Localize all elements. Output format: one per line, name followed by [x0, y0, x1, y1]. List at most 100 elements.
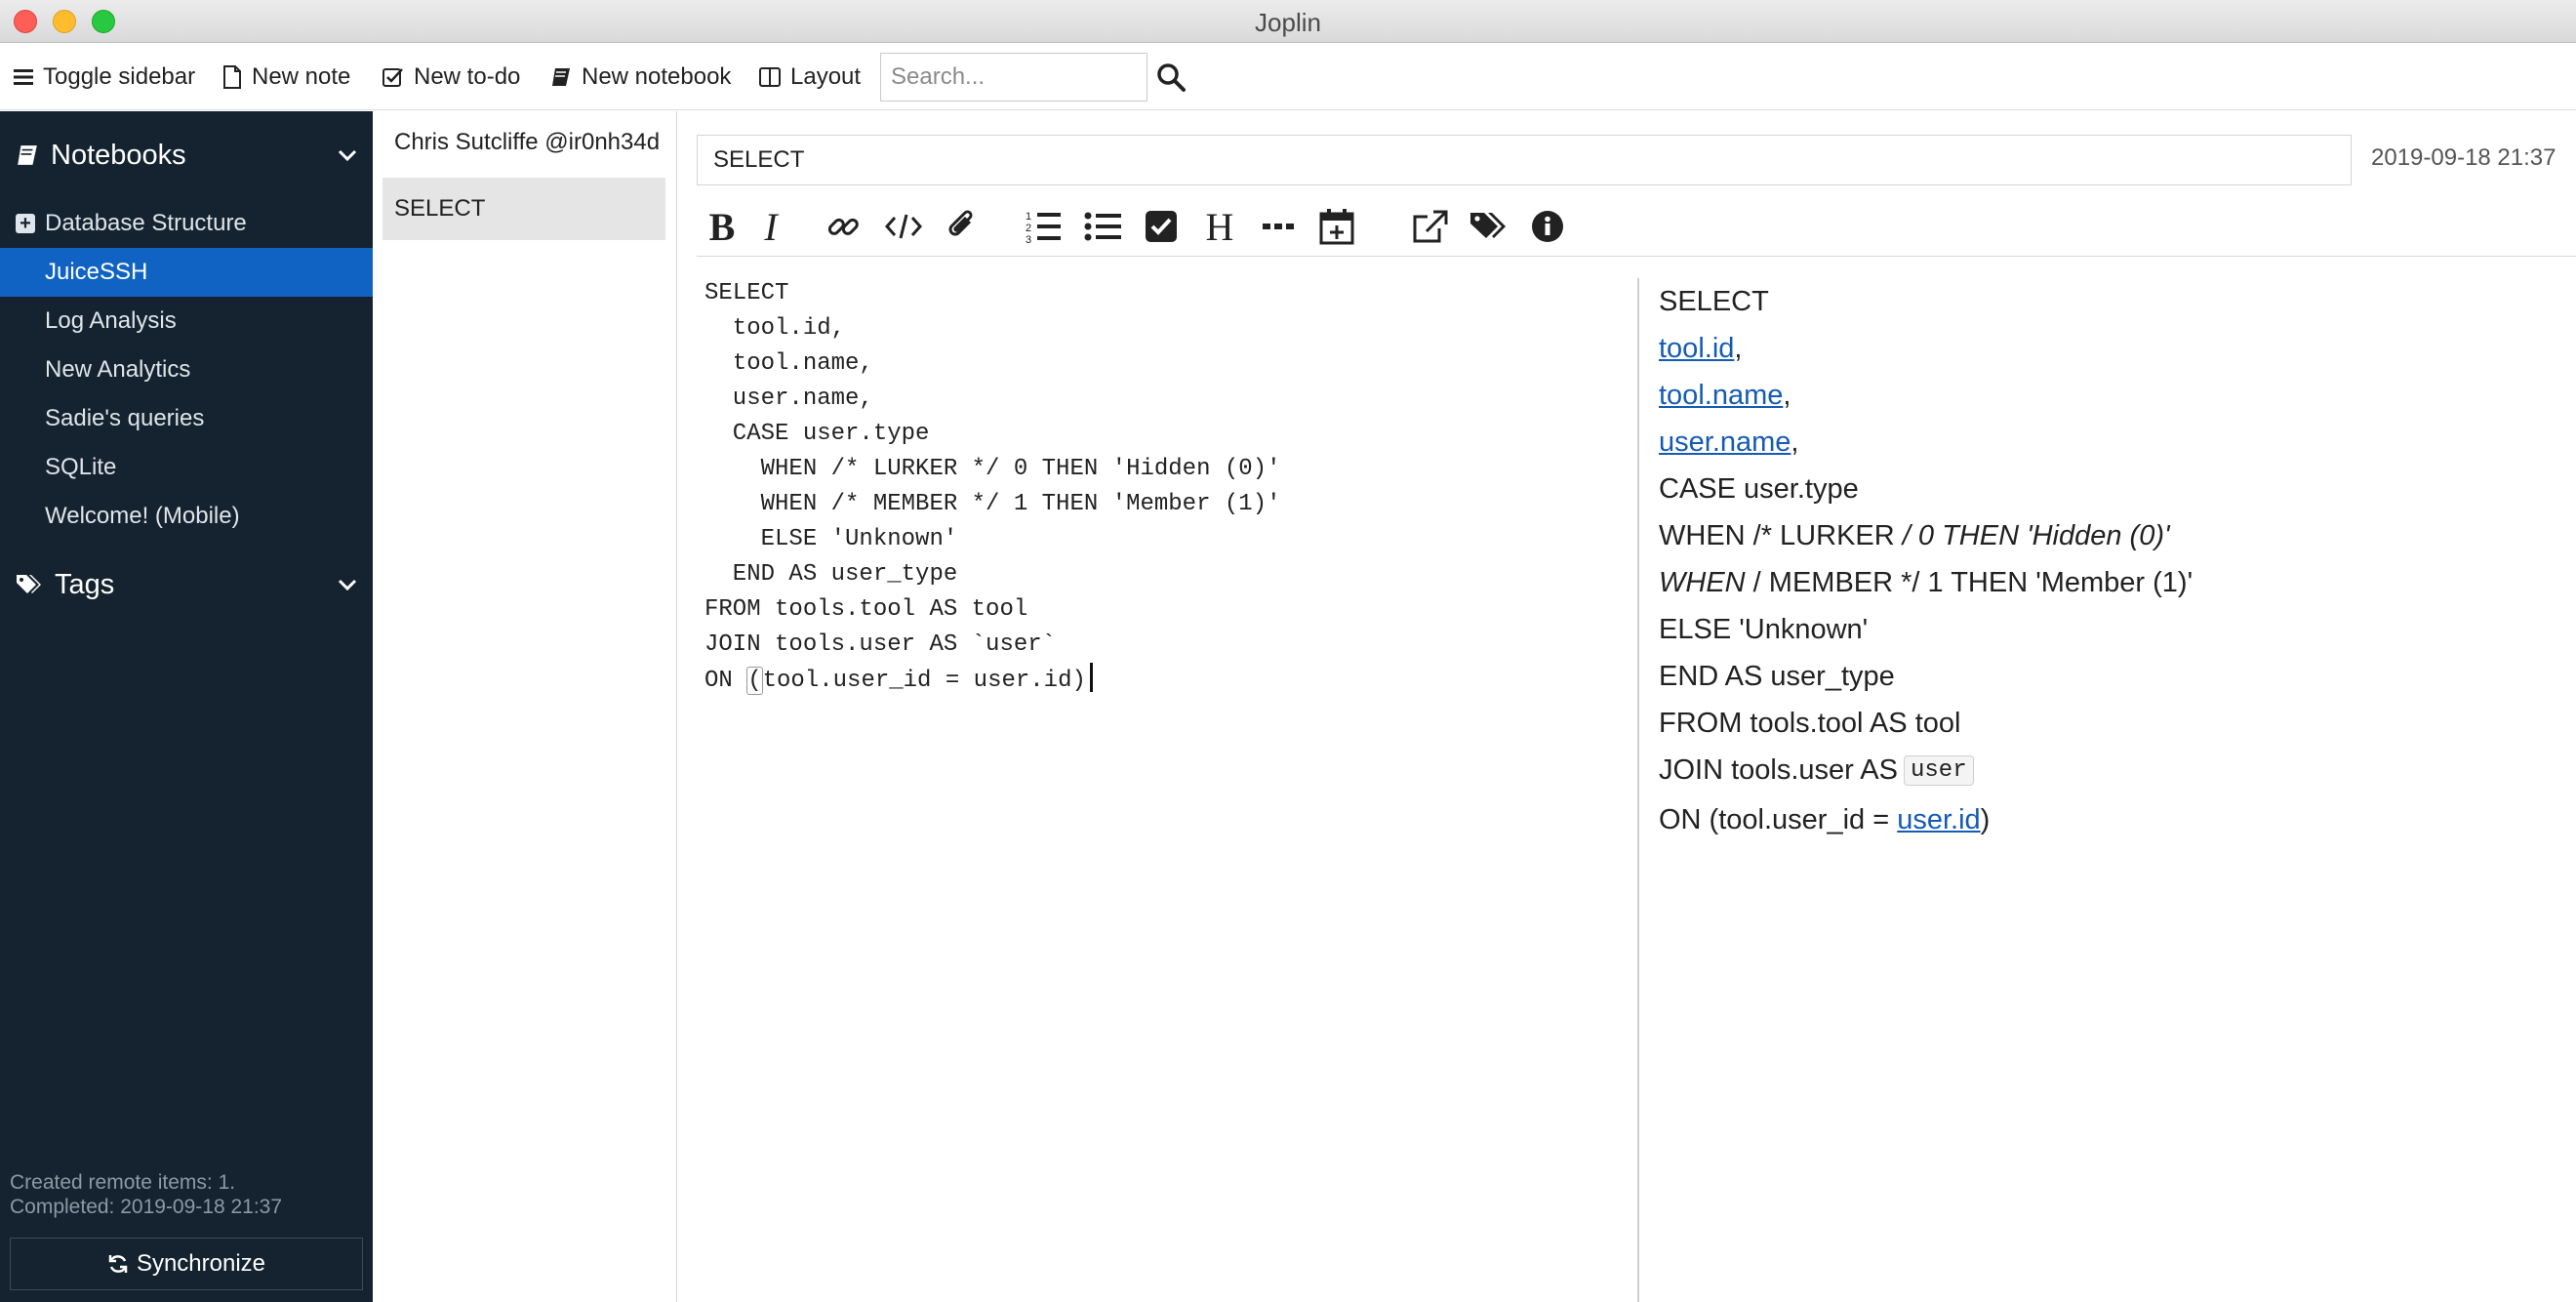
book-icon [552, 68, 570, 86]
preview-text: ) [1980, 803, 1991, 835]
code-line: FROM tools.tool AS tool [704, 596, 1028, 623]
new-note-button[interactable]: New note [222, 44, 350, 110]
layout-label: Layout [790, 63, 862, 90]
italic-button[interactable]: I [751, 205, 790, 249]
file-icon [223, 65, 241, 89]
code-line: tool.id, [704, 315, 846, 342]
book-icon [18, 145, 37, 165]
external-editor-icon [1413, 210, 1448, 243]
sidebar-item-log-analysis[interactable]: Log Analysis [0, 297, 373, 346]
code-line: user.name, [704, 386, 873, 412]
code-line: ON (tool.user_id = user.id) [704, 663, 1281, 698]
preview-text: , [1734, 332, 1743, 364]
preview-link[interactable]: user.name [1659, 427, 1791, 459]
sidebar-item-label: New Analytics [45, 356, 191, 383]
code-line: JOIN tools.user AS `user` [704, 631, 1057, 658]
tags-icon [1470, 213, 1506, 238]
code-line: SELECT [704, 280, 789, 306]
attach-file-button[interactable] [943, 207, 982, 246]
tags-header[interactable]: Tags [16, 562, 357, 607]
chevron-down-icon[interactable] [338, 578, 357, 591]
bullet-list-icon [1084, 212, 1121, 241]
preview-inline-code: user [1904, 754, 1974, 786]
checkbox-button[interactable] [1142, 207, 1181, 246]
sync-status-line: Created remote items: 1. [10, 1171, 236, 1194]
svg-text:1: 1 [1026, 211, 1031, 223]
new-todo-button[interactable]: New to-do [382, 44, 520, 110]
matching-bracket: ( [746, 667, 763, 695]
preview-link[interactable]: tool.name [1659, 380, 1783, 412]
note-list-item-title: Chris Sutcliffe @ir0nh34d [394, 129, 661, 155]
heading-button[interactable]: H [1200, 205, 1239, 249]
preview-line: END AS user_type [1659, 653, 2556, 700]
bullet-list-button[interactable] [1083, 207, 1122, 246]
sidebar-item-label: Sadie's queries [45, 405, 205, 431]
sidebar-item-label: Database Structure [45, 210, 247, 236]
sidebar-item-sqlite[interactable]: SQLite [0, 443, 373, 492]
sidebar-item-new-analytics[interactable]: New Analytics [0, 346, 373, 394]
ordered-list-icon: 123 [1026, 211, 1061, 244]
note-list-item[interactable]: Chris Sutcliffe @ir0nh34d [382, 111, 665, 174]
preview-text: ON (tool.user_id = [1659, 803, 1898, 835]
preview-line: ON (tool.user_id = user.id) [1659, 793, 2556, 846]
code-button[interactable] [884, 207, 923, 246]
sidebar-item-label: SQLite [45, 454, 117, 480]
sidebar-item-welcome-mobile[interactable]: Welcome! (Mobile) [0, 492, 373, 541]
sidebar-item-label: Welcome! (Mobile) [45, 503, 240, 529]
synchronize-button[interactable]: Synchronize [10, 1238, 363, 1290]
tags-label: Tags [55, 568, 115, 600]
search-icon[interactable] [1155, 61, 1187, 93]
chevron-down-icon[interactable] [338, 148, 357, 162]
link-button[interactable] [824, 207, 863, 246]
note-title-input[interactable] [697, 135, 2352, 185]
bold-button[interactable]: B [703, 205, 742, 249]
horizontal-rule-button[interactable] [1259, 207, 1298, 246]
bold-icon: B [708, 204, 736, 249]
sync-status-line: Completed: 2019-09-18 21:37 [10, 1196, 283, 1218]
notebooks-header[interactable]: Notebooks [16, 133, 357, 178]
preview-text: SELECT [1659, 285, 1769, 317]
preview-line: tool.name, [1659, 372, 2556, 419]
window-title: Joplin [1255, 8, 1321, 37]
link-icon [827, 218, 859, 235]
expand-plus-icon[interactable]: + [16, 214, 35, 233]
checkbox-icon [1146, 211, 1177, 242]
markdown-editor[interactable]: SELECT tool.id, tool.name, user.name, CA… [697, 257, 1637, 1302]
preview-link[interactable]: user.id [1897, 804, 1980, 836]
insert-date-button[interactable] [1317, 207, 1356, 246]
sidebar-item-juicessh[interactable]: JuiceSSH [0, 248, 373, 297]
new-todo-label: New to-do [414, 63, 521, 90]
note-list-item[interactable]: SELECT [382, 178, 665, 240]
new-notebook-button[interactable]: New notebook [550, 44, 731, 110]
markdown-preview: SELECT tool.id, tool.name, user.name, CA… [1659, 278, 2556, 846]
layout-button[interactable]: Layout [759, 44, 861, 110]
external-editor-button[interactable] [1411, 207, 1450, 246]
sidebar: Notebooks + Database Structure JuiceSSH … [0, 111, 373, 1302]
insert-date-icon [1319, 209, 1354, 245]
note-list-item-title: SELECT [394, 195, 486, 222]
pane-divider[interactable] [1637, 278, 1639, 1302]
preview-link[interactable]: tool.id [1659, 333, 1734, 365]
editor-text[interactable]: SELECT tool.id, tool.name, user.name, CA… [704, 276, 1281, 698]
synchronize-label: Synchronize [136, 1250, 266, 1277]
tags-icon [17, 575, 41, 593]
preview-line: ELSE 'Unknown' [1659, 606, 2556, 653]
tags-button[interactable] [1469, 207, 1509, 246]
toggle-sidebar-button[interactable]: Toggle sidebar [14, 44, 195, 110]
preview-text: , [1783, 379, 1791, 411]
note-info-button[interactable] [1528, 207, 1567, 246]
preview-line: WHEN /* LURKER / 0 THEN 'Hidden (0)' [1659, 512, 2556, 559]
notebooks-label: Notebooks [51, 139, 186, 171]
columns-icon [759, 67, 781, 87]
ordered-list-button[interactable]: 123 [1025, 207, 1064, 246]
search-input[interactable] [880, 53, 1147, 102]
info-icon [1532, 211, 1563, 242]
sidebar-item-database-structure[interactable]: + Database Structure [0, 199, 373, 248]
preview-text: , [1791, 426, 1799, 458]
preview-text: CASE user.type [1659, 472, 1859, 505]
new-note-label: New note [252, 63, 351, 90]
code-text: tool.user_id = user.id) [762, 668, 1086, 694]
sidebar-item-label: Log Analysis [45, 307, 177, 334]
preview-text: FROM tools.tool AS tool [1659, 707, 1961, 739]
sidebar-item-sadies-queries[interactable]: Sadie's queries [0, 394, 373, 443]
